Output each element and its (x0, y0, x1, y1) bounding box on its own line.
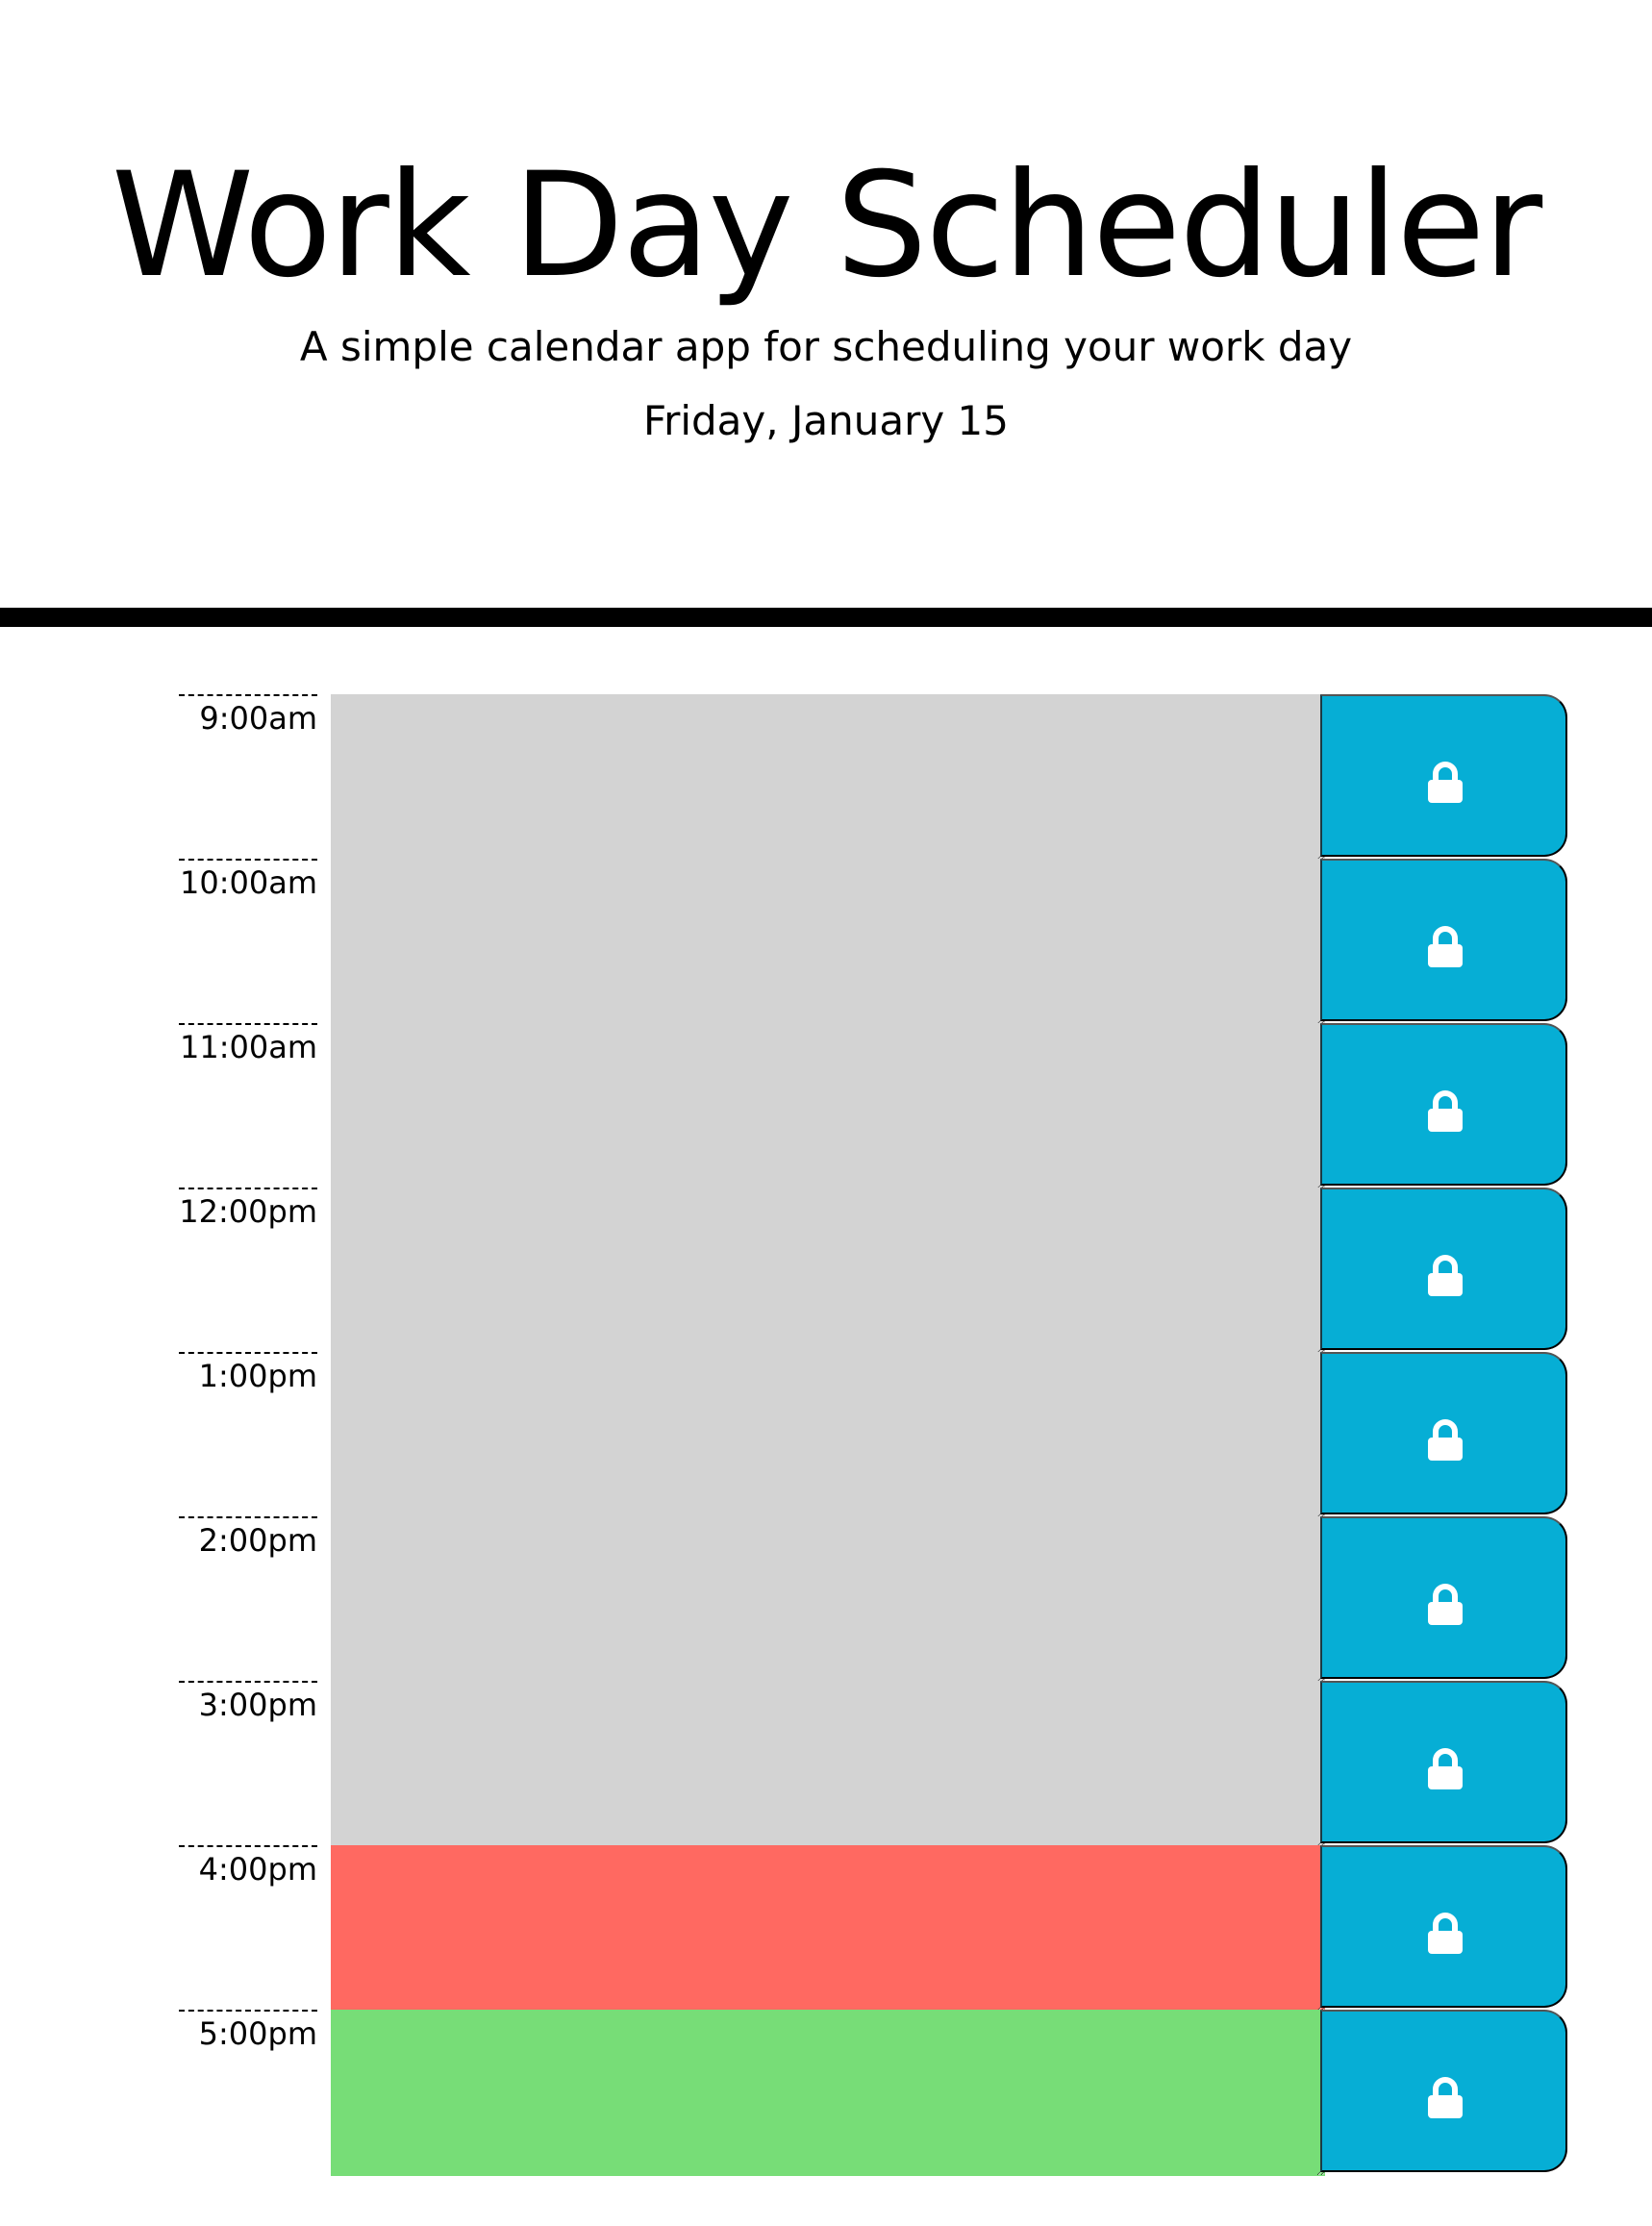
save-button[interactable] (1320, 1681, 1567, 1843)
lock-icon (1428, 926, 1463, 967)
lock-icon (1428, 762, 1463, 803)
time-block: 2:00pm (0, 1516, 1652, 1685)
time-block: 9:00am (0, 694, 1652, 863)
task-textarea[interactable] (331, 1023, 1325, 1191)
time-block: 5:00pm (0, 2010, 1652, 2178)
current-day: Friday, January 15 (642, 397, 1009, 444)
hour-label: 12:00pm (179, 1188, 317, 1352)
hour-label: 10:00am (179, 859, 317, 1023)
lock-icon (1428, 1419, 1463, 1461)
save-button[interactable] (1320, 1845, 1567, 2008)
lock-icon (1428, 1748, 1463, 1789)
time-block-list: 9:00am 10:00am 11:00am 12:00pm 1:00pm 2:… (0, 694, 1652, 2178)
time-block: 4:00pm (0, 1845, 1652, 2013)
task-textarea[interactable] (331, 694, 1325, 863)
save-button[interactable] (1320, 1516, 1567, 1679)
lock-icon (1428, 1255, 1463, 1296)
hour-label: 4:00pm (179, 1845, 317, 2010)
task-textarea[interactable] (331, 1352, 1325, 1520)
save-button[interactable] (1320, 1188, 1567, 1350)
time-block: 11:00am (0, 1023, 1652, 1191)
task-textarea[interactable] (331, 1188, 1325, 1356)
time-block: 1:00pm (0, 1352, 1652, 1520)
save-button[interactable] (1320, 1023, 1567, 1186)
time-block: 12:00pm (0, 1188, 1652, 1356)
save-button[interactable] (1320, 859, 1567, 1021)
page-title: Work Day Scheduler (111, 142, 1542, 310)
page-subtitle: A simple calendar app for scheduling you… (299, 323, 1353, 370)
header-divider (0, 608, 1652, 627)
header: Work Day Scheduler A simple calendar app… (0, 0, 1652, 608)
hour-label: 2:00pm (179, 1516, 317, 1681)
hour-label: 3:00pm (179, 1681, 317, 1845)
hour-label: 1:00pm (179, 1352, 317, 1516)
hour-label: 9:00am (179, 694, 317, 859)
hour-label: 5:00pm (179, 2010, 317, 2174)
task-textarea[interactable] (331, 1845, 1325, 2013)
time-block: 3:00pm (0, 1681, 1652, 1849)
save-button[interactable] (1320, 694, 1567, 857)
lock-icon (1428, 1090, 1463, 1132)
task-textarea[interactable] (331, 2010, 1325, 2178)
task-textarea[interactable] (331, 1681, 1325, 1849)
save-button[interactable] (1320, 1352, 1567, 1514)
lock-icon (1428, 2077, 1463, 2118)
task-textarea[interactable] (331, 859, 1325, 1027)
task-textarea[interactable] (331, 1516, 1325, 1685)
time-block: 10:00am (0, 859, 1652, 1027)
hour-label: 11:00am (179, 1023, 317, 1188)
lock-icon (1428, 1584, 1463, 1625)
save-button[interactable] (1320, 2010, 1567, 2172)
lock-icon (1428, 1913, 1463, 1954)
